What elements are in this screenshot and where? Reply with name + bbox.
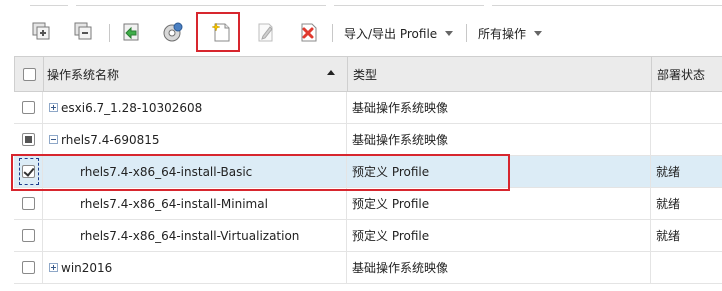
deploy-status: 就绪 [656,165,681,179]
row-checkbox[interactable] [21,133,35,146]
import-export-profile-menu[interactable]: 导入/导出 Profile [344,23,454,43]
collapse-icon[interactable] [49,135,58,144]
edit-profile-icon[interactable] [253,20,277,44]
toolbar: 导入/导出 Profile 所有操作 [0,14,722,50]
os-type: 基础操作系统映像 [352,133,449,147]
column-header-name-label: 操作系统名称 [47,67,120,82]
select-all-cell [15,57,43,91]
deploy-status: 就绪 [656,229,681,243]
all-actions-label: 所有操作 [478,26,527,41]
expand-icon[interactable] [49,103,58,112]
deploy-status: 就绪 [656,197,681,211]
os-type: 预定义 Profile [352,165,430,179]
deploy-icon[interactable] [161,20,185,44]
add-os-image-icon[interactable] [30,20,54,44]
table-row[interactable]: rhels7.4-x86_64-install-Minimal 预定义 Prof… [14,188,722,220]
all-actions-menu[interactable]: 所有操作 [478,23,543,43]
profile-name: rhels7.4-x86_64-install-Basic [80,164,253,179]
select-all-checkbox[interactable] [22,67,36,81]
profile-name: rhels7.4-x86_64-install-Virtualization [80,228,300,243]
os-type: 基础操作系统映像 [352,261,449,275]
row-checkbox[interactable] [21,229,35,242]
column-header-name[interactable]: 操作系统名称 [43,57,347,91]
os-type: 基础操作系统映像 [352,101,449,115]
import-icon[interactable] [119,20,143,44]
sort-ascending-icon [327,70,335,75]
table-row[interactable]: win2016 基础操作系统映像 [14,252,722,284]
os-type: 预定义 Profile [352,197,430,211]
row-checkbox[interactable] [21,101,35,114]
column-header-status-label: 部署状态 [657,67,706,82]
table-row[interactable]: esxi6.7_1.28-10302608 基础操作系统映像 [14,92,722,124]
create-profile-icon[interactable] [209,20,233,44]
delete-profile-icon[interactable] [296,20,320,44]
row-checkbox[interactable] [21,165,35,178]
os-name: rhels7.4-690815 [61,132,160,147]
profile-name: rhels7.4-x86_64-install-Minimal [80,196,268,211]
os-type: 预定义 Profile [352,229,430,243]
os-name: win2016 [61,260,113,275]
table-row[interactable]: rhels7.4-690815 基础操作系统映像 [14,124,722,156]
table-header: 操作系统名称 类型 部署状态 [14,56,722,92]
chevron-down-icon [534,30,543,36]
expand-icon[interactable] [49,263,58,272]
remove-os-image-icon[interactable] [72,20,96,44]
chevron-down-icon [445,30,454,36]
os-name: esxi6.7_1.28-10302608 [61,100,203,115]
top-divider [0,0,722,14]
table-row[interactable]: rhels7.4-x86_64-install-Basic 预定义 Profil… [14,156,722,188]
column-header-type-label: 类型 [353,67,378,82]
row-checkbox[interactable] [21,197,35,210]
row-checkbox[interactable] [21,261,35,274]
column-header-type[interactable]: 类型 [347,57,651,91]
import-export-profile-label: 导入/导出 Profile [344,26,438,41]
column-header-status[interactable]: 部署状态 [651,57,722,91]
table-row[interactable]: rhels7.4-x86_64-install-Virtualization 预… [14,220,722,252]
